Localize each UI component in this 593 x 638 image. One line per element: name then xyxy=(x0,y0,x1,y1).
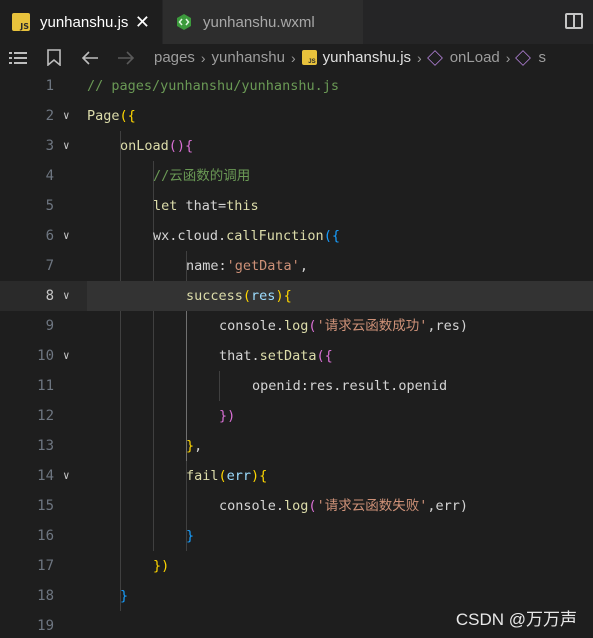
watermark-text: CSDN @万万声 xyxy=(455,610,577,629)
code-line[interactable]: 9 console.log('请求云函数成功',res) xyxy=(0,311,593,341)
code-line[interactable]: 13 }, xyxy=(0,431,593,461)
line-number: 10 xyxy=(37,348,54,364)
code-comment: //云函数的调用 xyxy=(153,168,251,184)
fold-chevron-icon[interactable]: ∨ xyxy=(63,461,70,491)
code-text: let that=this xyxy=(153,198,259,214)
tab-yunhanshu-js[interactable]: JS yunhanshu.js ✕ xyxy=(0,0,163,44)
line-number: 18 xyxy=(37,588,54,604)
code-line[interactable]: 1 // pages/yunhanshu/yunhanshu.js xyxy=(0,71,593,101)
forward-arrow-icon[interactable] xyxy=(108,50,144,65)
tab-label: yunhanshu.js xyxy=(40,13,129,31)
code-line[interactable]: 16 } xyxy=(0,521,593,551)
code-line[interactable]: 4 //云函数的调用 xyxy=(0,161,593,191)
code-line[interactable]: 2 ∨ Page({ xyxy=(0,101,593,131)
line-number: 7 xyxy=(45,258,54,274)
breadcrumb-pages[interactable]: pages xyxy=(154,49,195,66)
code-line[interactable]: 17 }) xyxy=(0,551,593,581)
tab-yunhanshu-wxml[interactable]: yunhanshu.wxml xyxy=(163,0,363,44)
line-number: 14 xyxy=(37,468,54,484)
line-number: 4 xyxy=(45,168,54,184)
back-arrow-icon[interactable] xyxy=(72,50,108,65)
breadcrumb-success[interactable]: s xyxy=(538,49,546,66)
close-icon[interactable]: ✕ xyxy=(135,12,150,33)
fold-chevron-icon[interactable]: ∨ xyxy=(63,281,70,311)
line-number: 19 xyxy=(37,618,54,634)
tab-label: yunhanshu.wxml xyxy=(203,13,315,31)
method-cube-icon xyxy=(426,49,443,66)
code-line[interactable]: 6 ∨ wx.cloud.callFunction({ xyxy=(0,221,593,251)
fold-chevron-icon[interactable]: ∨ xyxy=(63,101,70,131)
breadcrumb-toolbar: pages › yunhanshu › JS yunhanshu.js › on… xyxy=(0,44,593,71)
code-text: success(res){ xyxy=(186,288,292,304)
code-line[interactable]: 12 }) xyxy=(0,401,593,431)
code-text: fail(err){ xyxy=(186,468,268,484)
code-text: } xyxy=(120,588,129,604)
breadcrumb-yunhanshu[interactable]: yunhanshu xyxy=(212,49,285,66)
wxml-file-icon xyxy=(177,14,191,30)
line-number: 17 xyxy=(37,558,54,574)
line-number: 8 xyxy=(45,288,54,304)
code-line[interactable]: 5 let that=this xyxy=(0,191,593,221)
code-text: wx.cloud.callFunction({ xyxy=(153,228,340,244)
line-number: 1 xyxy=(45,78,54,94)
list-icon[interactable] xyxy=(0,51,36,65)
code-editor[interactable]: 1 // pages/yunhanshu/yunhanshu.js 2 ∨ Pa… xyxy=(0,71,593,638)
editor-tab-bar: JS yunhanshu.js ✕ yunhanshu.wxml xyxy=(0,0,593,44)
code-line[interactable]: 3 ∨ onLoad(){ xyxy=(0,131,593,161)
fold-chevron-icon[interactable]: ∨ xyxy=(63,221,70,251)
code-line[interactable]: 15 console.log('请求云函数失败',err) xyxy=(0,491,593,521)
code-text: openid:res.result.openid xyxy=(252,378,448,394)
line-number: 6 xyxy=(45,228,54,244)
code-line[interactable]: 10 ∨ that.setData({ xyxy=(0,341,593,371)
code-comment: // pages/yunhanshu/yunhanshu.js xyxy=(87,78,339,94)
bookmark-icon[interactable] xyxy=(36,49,72,66)
line-number: 16 xyxy=(37,528,54,544)
js-file-icon: JS xyxy=(301,50,317,65)
breadcrumb-onload[interactable]: onLoad xyxy=(450,49,500,66)
line-number: 2 xyxy=(45,108,54,124)
code-text: console.log('请求云函数成功',res) xyxy=(219,318,468,334)
line-number: 5 xyxy=(45,198,54,214)
split-editor-icon[interactable] xyxy=(565,13,583,29)
code-text: Page({ xyxy=(87,108,136,124)
line-number: 12 xyxy=(37,408,54,424)
code-text: that.setData({ xyxy=(219,348,333,364)
chevron-right-icon: › xyxy=(200,49,206,66)
line-number: 9 xyxy=(45,318,54,334)
line-number: 13 xyxy=(37,438,54,454)
code-text: }, xyxy=(186,438,203,454)
code-text: onLoad(){ xyxy=(120,138,194,154)
chevron-right-icon: › xyxy=(505,49,511,66)
method-cube-icon xyxy=(515,49,532,66)
code-text: }) xyxy=(153,558,170,574)
code-line[interactable]: 11 openid:res.result.openid xyxy=(0,371,593,401)
line-number: 3 xyxy=(45,138,54,154)
chevron-right-icon: › xyxy=(290,49,296,66)
breadcrumb-file[interactable]: yunhanshu.js xyxy=(323,49,411,66)
code-text: } xyxy=(186,528,195,544)
code-text: name:'getData', xyxy=(186,258,308,274)
js-file-icon: JS xyxy=(12,13,30,31)
line-number: 15 xyxy=(37,498,54,514)
code-line[interactable]: 7 name:'getData', xyxy=(0,251,593,281)
fold-chevron-icon[interactable]: ∨ xyxy=(63,131,70,161)
fold-chevron-icon[interactable]: ∨ xyxy=(63,341,70,371)
code-line-current[interactable]: 8 ∨ success(res){ xyxy=(0,281,593,311)
chevron-right-icon: › xyxy=(417,49,422,66)
code-text: console.log('请求云函数失败',err) xyxy=(219,498,468,514)
code-line[interactable]: 14 ∨ fail(err){ xyxy=(0,461,593,491)
code-text: }) xyxy=(219,408,236,424)
line-number: 11 xyxy=(37,378,54,394)
